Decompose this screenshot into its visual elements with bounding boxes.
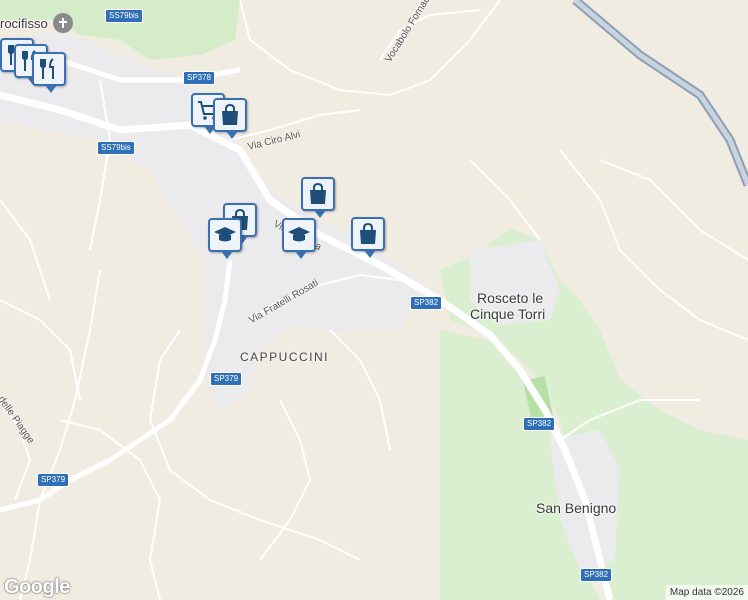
school-marker[interactable] xyxy=(208,218,242,259)
road-sp379 xyxy=(0,259,233,513)
map-base-layer xyxy=(0,0,748,600)
school-marker[interactable] xyxy=(282,218,316,259)
map-canvas[interactable]: SS79bis SP378 SS79bis SP382 SP382 SP382 … xyxy=(0,0,748,600)
google-logo[interactable]: Google xyxy=(4,576,70,599)
road-shield-sp379: SP379 xyxy=(210,372,243,386)
restaurant-icon xyxy=(40,58,54,79)
road-shield-sp379: SP379 xyxy=(37,473,70,487)
place-label-rosceto-line1: Rosceto le xyxy=(477,290,544,306)
shop-marker[interactable] xyxy=(213,98,247,139)
highway-e45 xyxy=(572,0,748,187)
road-shield-ss79bis: SS79bis xyxy=(105,9,143,23)
shop-marker[interactable] xyxy=(301,177,335,218)
church-icon[interactable] xyxy=(53,13,73,33)
shopping-bag-icon xyxy=(310,182,326,204)
road-shield-sp382: SP382 xyxy=(410,296,443,310)
shopping-bag-icon xyxy=(360,222,376,244)
graduation-cap-icon xyxy=(214,227,236,242)
road-shield-sp382: SP382 xyxy=(580,568,613,582)
restaurant-marker[interactable] xyxy=(32,52,66,93)
place-label-san-benigno: San Benigno xyxy=(536,500,617,516)
road-shield-sp378: SP378 xyxy=(183,71,216,85)
place-label-cappuccini: CAPPUCCINI xyxy=(240,350,330,364)
place-label-rosceto-line2: Cinque Torri xyxy=(470,306,546,322)
graduation-cap-icon xyxy=(288,227,310,242)
shopping-bag-icon xyxy=(222,103,238,125)
place-label-crocifisso: rocifisso xyxy=(0,16,48,31)
map-attribution[interactable]: Map data ©2026 xyxy=(665,585,748,600)
place-label-rosceto: Rosceto le xyxy=(477,290,543,306)
road-shield-sp382: SP382 xyxy=(523,417,556,431)
road-shield-ss79bis: SS79bis xyxy=(97,141,135,155)
shop-marker[interactable] xyxy=(351,217,385,258)
